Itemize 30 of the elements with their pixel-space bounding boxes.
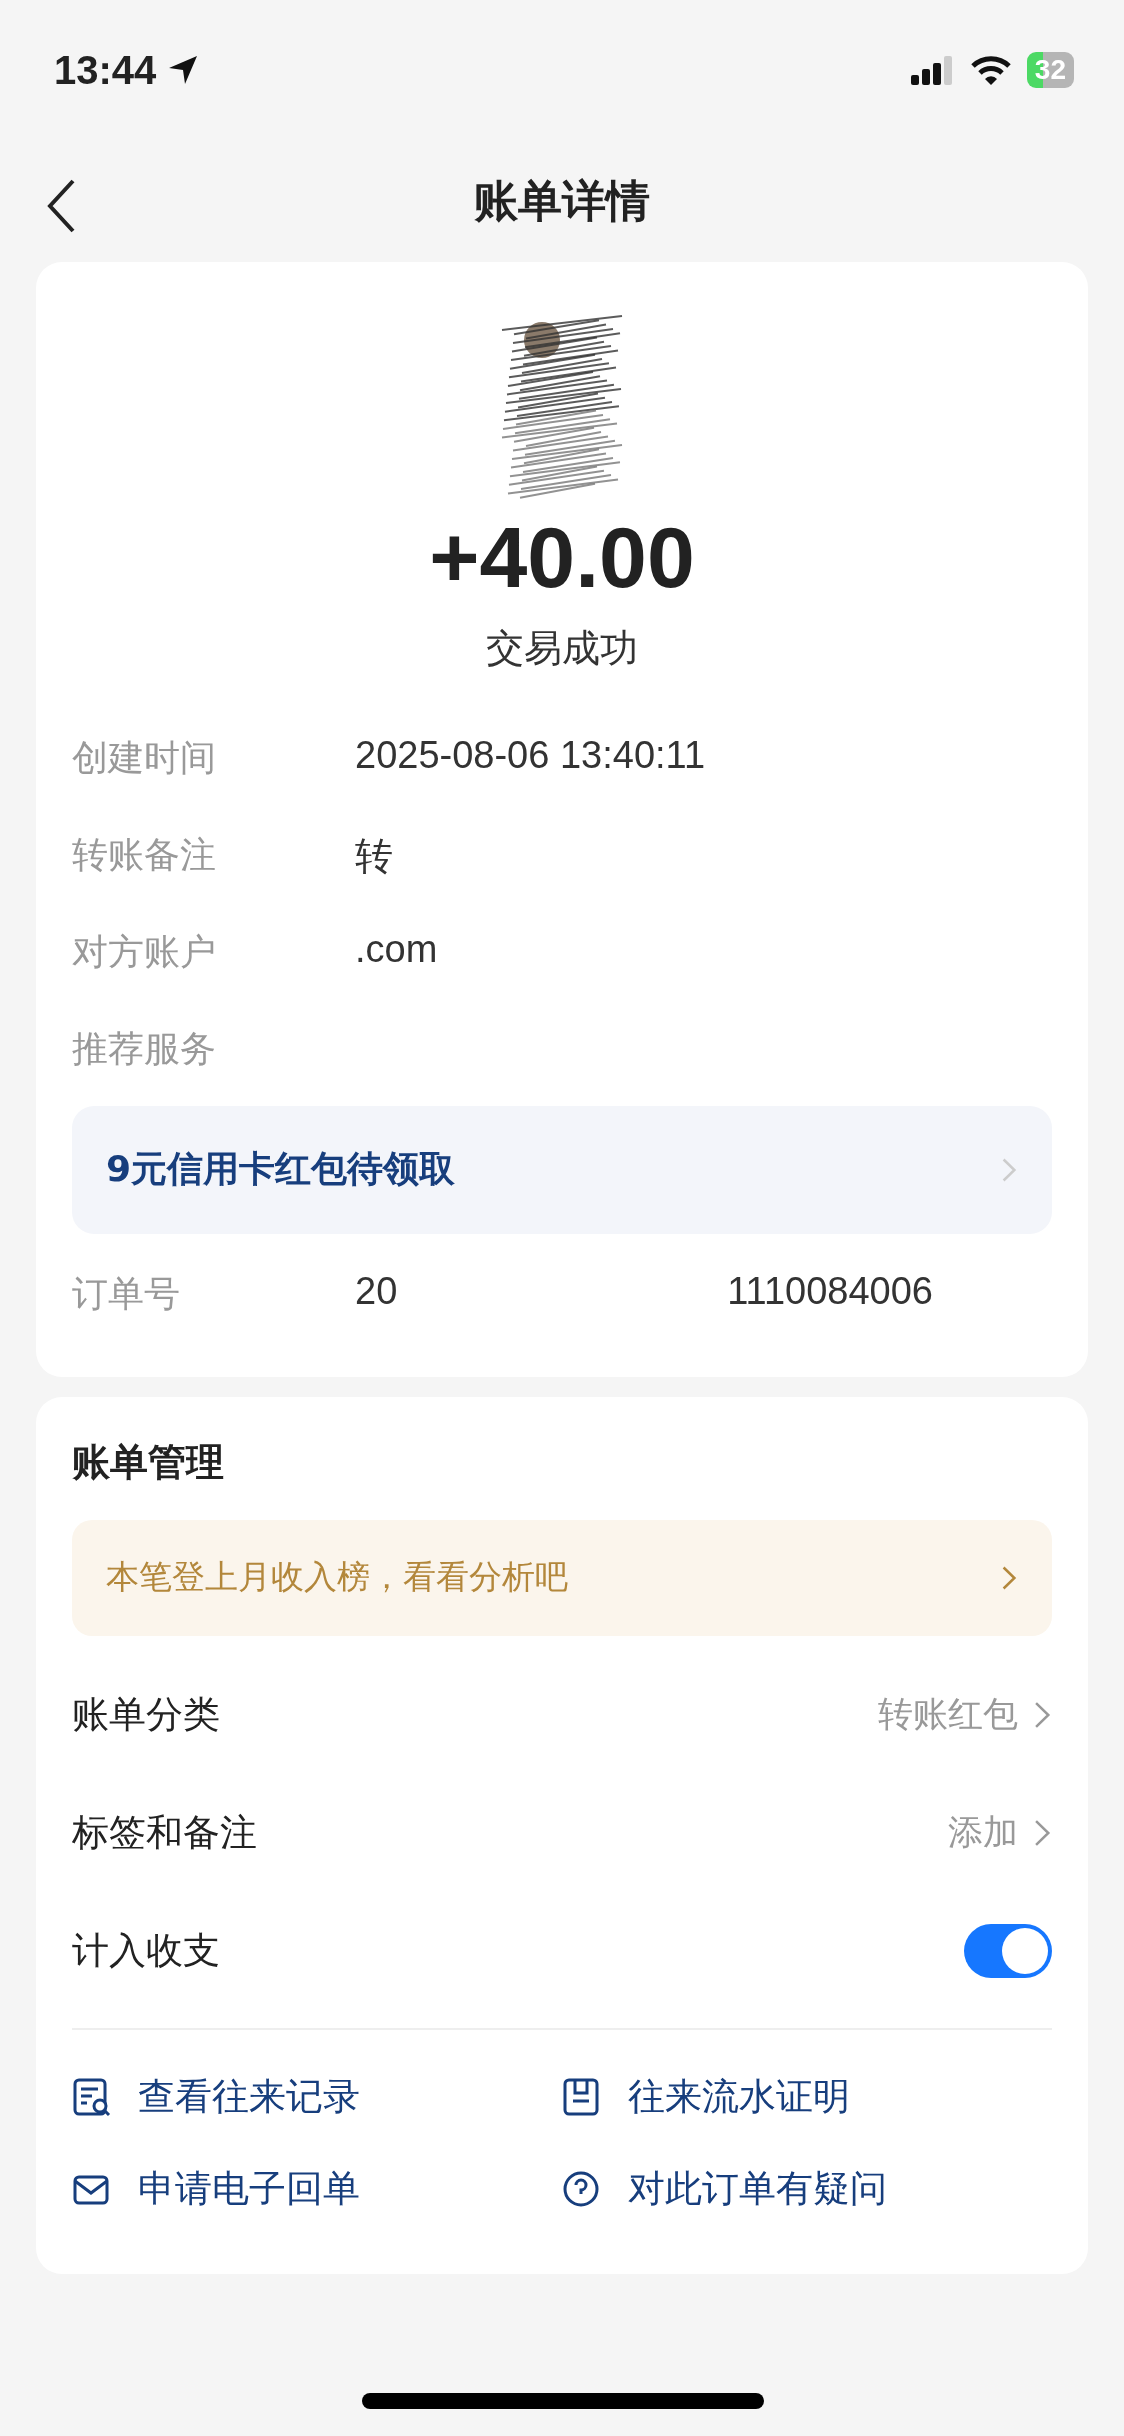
promo-text: 9元信用卡红包待领取: [106, 1147, 456, 1192]
detail-label: 对方账户: [72, 929, 217, 974]
detail-value: .com: [355, 927, 438, 971]
page-title: 账单详情: [474, 173, 650, 228]
toggle-switch[interactable]: [964, 1923, 1052, 1978]
signal-icon: [908, 55, 955, 85]
detail-value: 1110084006: [727, 1269, 933, 1312]
status-text: 交易成功: [486, 624, 638, 672]
detail-value: 转: [355, 833, 393, 879]
document-icon: [562, 2076, 602, 2117]
detail-label: 创建时间: [72, 735, 217, 780]
action-link[interactable]: 查看往来记录: [138, 2071, 360, 2122]
promo-banner[interactable]: 9元信用卡红包待领取: [72, 1105, 1052, 1234]
banner-text: 本笔登上月收入榜，看看分析吧: [106, 1556, 568, 1599]
amount-text: +40.00: [429, 510, 695, 605]
detail-label: 推荐服务: [72, 1026, 217, 1071]
action-link[interactable]: 往来流水证明: [628, 2071, 850, 2122]
setting-label: 标签和备注: [72, 1809, 257, 1856]
action-link[interactable]: 对此订单有疑问: [628, 2163, 887, 2214]
section-title: 账单管理: [72, 1438, 225, 1486]
status-time: 13:44: [54, 47, 157, 93]
detail-value: 20: [355, 1269, 398, 1312]
setting-label: 账单分类: [72, 1691, 220, 1738]
back-icon[interactable]: [46, 178, 76, 234]
detail-value: 2025-08-06 13:40:11: [355, 733, 706, 777]
record-search-icon: [72, 2076, 112, 2117]
setting-label: 计入收支: [72, 1927, 220, 1974]
detail-label: 订单号: [72, 1271, 181, 1316]
detail-label: 转账备注: [72, 832, 217, 877]
action-link[interactable]: 申请电子回单: [138, 2163, 360, 2214]
